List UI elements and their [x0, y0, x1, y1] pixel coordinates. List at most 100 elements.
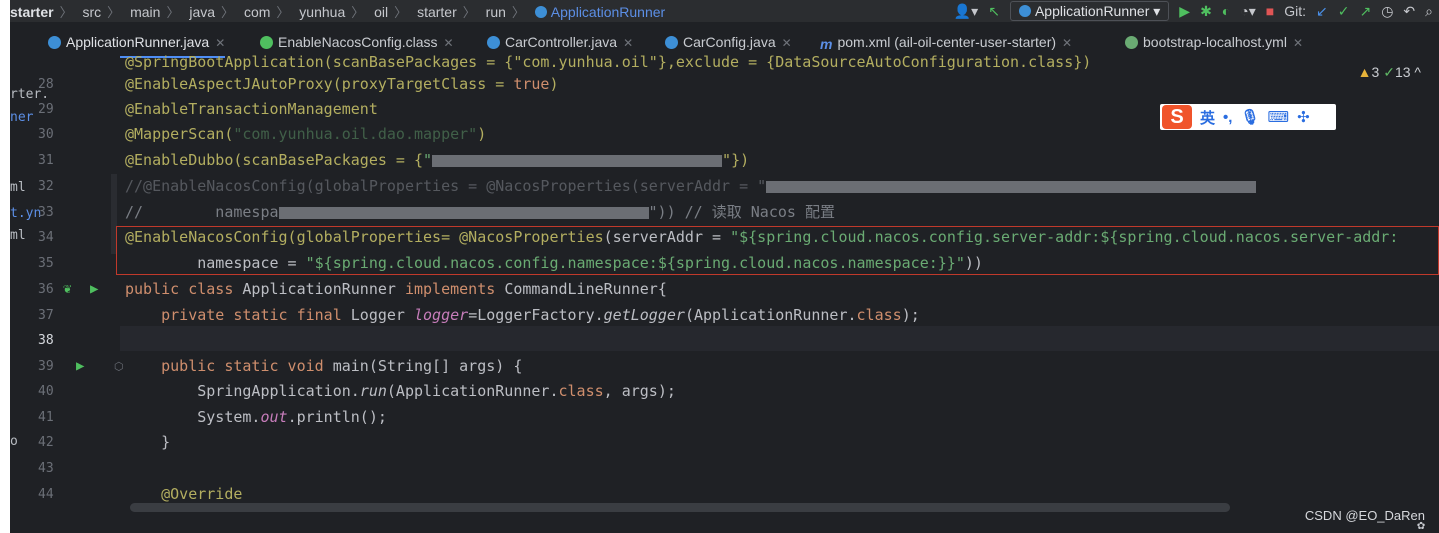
tab-label: pom.xml (ail-oil-center-user-starter) — [837, 34, 1057, 50]
breadcrumb-item[interactable]: src — [83, 4, 102, 20]
close-icon[interactable]: ✕ — [1062, 36, 1072, 50]
code-token: =LoggerFactory. — [468, 306, 604, 324]
line-number: 30 — [38, 127, 54, 142]
ime-punctuation[interactable]: •, — [1223, 109, 1232, 126]
ime-language[interactable]: 英 — [1200, 107, 1215, 128]
chevron-right-icon: 〉 — [166, 5, 180, 20]
line-number: 37 — [38, 308, 54, 323]
line-number: 29 — [38, 102, 54, 117]
code-token: ); — [901, 306, 920, 324]
yaml-icon — [1125, 36, 1138, 49]
search-icon[interactable]: ⌕ — [1425, 3, 1433, 20]
run-configuration-select[interactable]: ApplicationRunner ▾ — [1009, 1, 1170, 21]
horizontal-scrollbar[interactable] — [130, 503, 1230, 512]
code-token: main(String[] args) { — [332, 357, 523, 375]
close-icon[interactable]: ✕ — [215, 36, 225, 50]
chevron-right-icon: 〉 — [351, 5, 365, 20]
toolbox-icon[interactable]: ✣ — [1297, 108, 1310, 126]
tab-label: CarConfig.java — [683, 34, 776, 50]
breadcrumb-item[interactable]: starter — [417, 4, 457, 20]
tab-bootstrap-localhost-yml[interactable]: bootstrap-localhost.yml ✕ — [1125, 30, 1303, 56]
code-token: @Override — [125, 485, 243, 503]
project-panel-fragment: ml — [10, 180, 26, 195]
breadcrumb-item[interactable]: run — [486, 4, 506, 20]
code-line-29: @EnableTransactionManagement — [125, 97, 378, 122]
annotation-class-icon — [260, 36, 273, 49]
code-line-30: @MapperScan("com.yunhua.oil.dao.mapper") — [125, 122, 486, 147]
chevron-up-icon[interactable]: ^ — [1414, 64, 1421, 80]
tab-label: CarController.java — [505, 34, 618, 50]
code-token: " — [423, 151, 433, 169]
code-line-42: } — [125, 430, 170, 455]
breadcrumb-item[interactable]: oil — [374, 4, 388, 20]
breadcrumb-item[interactable]: java — [189, 4, 215, 20]
code-token: implements — [404, 280, 505, 298]
breadcrumb-item[interactable]: starter — [10, 4, 54, 20]
coverage-icon[interactable]: ◐ — [1222, 3, 1230, 19]
history-icon[interactable]: ◷ — [1381, 3, 1393, 20]
code-token: ApplicationRunner — [242, 280, 405, 298]
push-icon[interactable]: ↗ — [1359, 3, 1371, 20]
line-number: 32 — [38, 179, 54, 194]
breadcrumb-item[interactable]: com — [244, 4, 270, 20]
watermark: CSDN @EO_DaRen — [1304, 508, 1425, 523]
run-gutter-icon[interactable]: ▶ — [76, 354, 84, 379]
run-gutter-icon[interactable]: ▶ — [90, 277, 98, 302]
sogou-logo-icon[interactable]: S — [1162, 105, 1192, 129]
class-icon — [665, 36, 678, 49]
inspection-widget[interactable]: ▲3 ✓13 ^ — [1358, 64, 1421, 81]
hammer-build-icon[interactable]: ↖ — [988, 3, 1000, 20]
close-icon[interactable]: ✕ — [1293, 36, 1303, 50]
code-token: System. — [125, 408, 261, 426]
commit-icon[interactable]: ✓ — [1338, 3, 1350, 20]
line-number: 33 — [38, 205, 54, 220]
code-line-28: @EnableAspectJAutoProxy(proxyTargetClass… — [125, 72, 558, 97]
gear-icon[interactable]: ✿ — [1417, 518, 1425, 533]
code-line-32: //@EnableNacosConfig(globalProperties = … — [125, 174, 1257, 199]
rollback-icon[interactable]: ↶ — [1403, 3, 1415, 20]
redaction — [278, 206, 649, 219]
class-icon — [487, 36, 500, 49]
code-token: (ApplicationRunner. — [386, 382, 559, 400]
run-toolbar: 👤▾ ↖ ApplicationRunner ▾ ▶ ✱ ◐ ◔▾ ■ Git:… — [954, 0, 1433, 22]
fold-icon[interactable]: ⬡ — [114, 354, 124, 379]
code-token: CommandLineRunner{ — [504, 280, 667, 298]
project-panel-fragment: ml — [10, 228, 26, 243]
ime-toolbar[interactable]: S 英 •, 🎙 ⌨ ✣ — [1160, 104, 1336, 130]
navigation-bar: starter 〉 src 〉 main 〉 java 〉 com 〉 yunhua 〉 o… — [10, 0, 1439, 22]
keyboard-icon[interactable]: ⌨ — [1267, 108, 1289, 126]
code-token: class — [856, 306, 902, 324]
breadcrumb-item[interactable]: main — [130, 4, 160, 20]
code-token: ) — [549, 75, 559, 93]
breadcrumb-item[interactable]: yunhua — [299, 4, 345, 20]
close-icon[interactable]: ✕ — [623, 36, 633, 50]
annotation-highlight-box — [116, 226, 1439, 275]
line-number: 43 — [38, 461, 54, 476]
line-number: 35 — [38, 256, 54, 271]
profiler-icon[interactable]: ◔▾ — [1240, 3, 1255, 20]
tab-label: EnableNacosConfig.class — [278, 34, 438, 50]
debug-icon[interactable]: ✱ — [1200, 3, 1212, 20]
microphone-icon[interactable]: 🎙 — [1240, 108, 1259, 126]
line-number: 28 — [38, 77, 54, 92]
chevron-right-icon: 〉 — [511, 5, 525, 20]
breadcrumb-current[interactable]: ApplicationRunner — [534, 4, 665, 20]
close-icon[interactable]: ✕ — [782, 36, 792, 50]
code-token: public class — [125, 280, 243, 298]
stop-icon[interactable]: ■ — [1266, 3, 1274, 19]
chevron-right-icon: 〉 — [221, 5, 235, 20]
update-project-icon[interactable]: ↙ — [1316, 3, 1328, 20]
user-icon[interactable]: 👤▾ — [954, 3, 978, 20]
code-token: getLogger — [603, 306, 685, 324]
code-token: .println(); — [287, 408, 387, 426]
class-icon — [534, 6, 547, 18]
code-token: run — [359, 382, 387, 400]
code-token: @MapperScan( — [125, 125, 234, 143]
code-token: logger — [414, 306, 469, 324]
close-icon[interactable]: ✕ — [444, 36, 454, 50]
tab-label: ApplicationRunner.java — [66, 34, 210, 50]
run-icon[interactable]: ▶ — [1179, 3, 1190, 20]
spring-bean-icon[interactable]: ❦ — [63, 277, 71, 302]
chevron-right-icon: 〉 — [59, 5, 73, 20]
code-token: ")) // 读取 Nacos 配置 — [648, 203, 835, 221]
